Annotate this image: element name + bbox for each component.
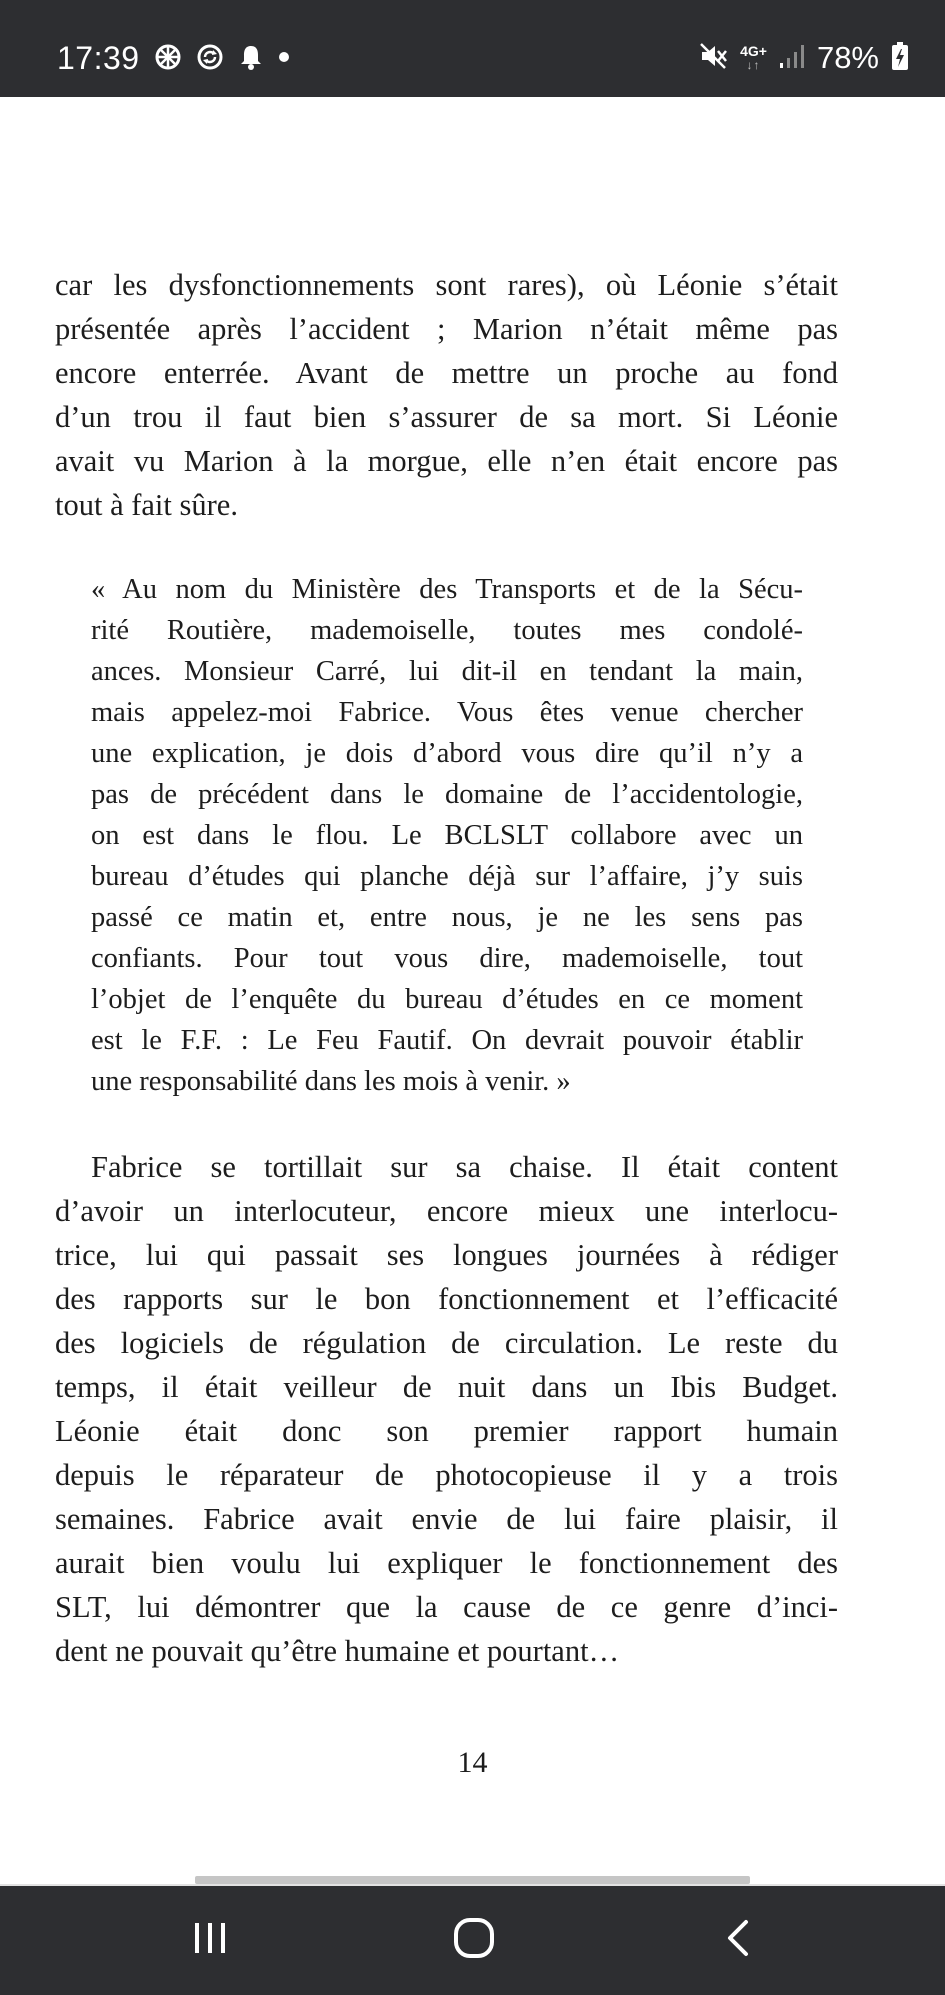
settings-wheel-icon — [154, 43, 182, 76]
quote-line: pas de précédent dans le domaine de l’ac… — [91, 779, 803, 810]
quote-line: ances. Monsieur Carré, lui dit-il en ten… — [91, 656, 803, 687]
text-line: des logiciels de régulation de circulati… — [55, 1326, 838, 1360]
paragraph-2: Fabrice se tortillait sur sa chaise. Il … — [55, 1145, 838, 1673]
text-line: trice, lui qui passait ses longues journ… — [55, 1238, 838, 1272]
quote-line: l’objet de l’enquête du bureau d’études … — [91, 984, 803, 1015]
dot-icon — [278, 50, 290, 68]
scroll-indicator[interactable] — [195, 1876, 750, 1884]
text-line: d’un trou il faut bien s’assurer de sa m… — [55, 400, 838, 434]
text-line: semaines. Fabrice avait envie de lui fai… — [55, 1502, 838, 1536]
home-button[interactable] — [404, 1886, 544, 1995]
quote-line: une responsabilité dans les mois à venir… — [91, 1066, 571, 1097]
navigation-bar — [0, 1886, 945, 1995]
text-line: d’avoir un interlocuteur, encore mieux u… — [55, 1194, 838, 1228]
text-line: dent ne pouvait qu’être humaine et pourt… — [55, 1634, 620, 1668]
text-line: avait vu Marion à la morgue, elle n’en é… — [55, 444, 838, 478]
quote-line: confiants. Pour tout vous dire, mademois… — [91, 943, 803, 974]
recent-apps-icon — [190, 1918, 230, 1963]
quote-line: une explication, je dois d’abord vous di… — [91, 738, 803, 769]
quote-line: on est dans le flou. Le BCLSLT collabore… — [91, 820, 803, 851]
battery-charging-icon — [891, 41, 909, 76]
text-line: depuis le réparateur de photocopieuse il… — [55, 1458, 838, 1492]
status-bar: 17:39 4G+ ↓↑ 78% — [0, 0, 945, 97]
network-4g-icon: 4G+ ↓↑ — [740, 44, 767, 72]
paragraph-1: car les dysfonctionnements sont rares), … — [55, 263, 838, 527]
quote-line: bureau d’études qui planche déjà sur l’a… — [91, 861, 803, 892]
quote-line: « Au nom du Ministère des Transports et … — [91, 574, 803, 605]
status-icons-left — [154, 42, 290, 76]
text-line: car les dysfonctionnements sont rares), … — [55, 268, 838, 302]
quote-line: mais appelez-moi Fabrice. Vous êtes venu… — [91, 697, 803, 728]
network-label: 4G+ — [740, 43, 767, 59]
sync-icon — [196, 43, 224, 76]
recent-apps-button[interactable] — [140, 1886, 280, 1995]
signal-icon — [779, 43, 805, 74]
status-time: 17:39 — [57, 40, 140, 76]
text-line: temps, il était veilleur de nuit dans un… — [55, 1370, 838, 1404]
page-number: 14 — [457, 1746, 488, 1779]
text-line: Fabrice se tortillait sur sa chaise. Il … — [91, 1150, 838, 1184]
reader-page[interactable]: car les dysfonctionnements sont rares), … — [0, 97, 945, 1885]
back-icon — [718, 1918, 758, 1963]
quote-line: est le F.F. : Le Feu Fautif. On devrait … — [91, 1025, 803, 1056]
quote-line: passé ce matin et, entre nous, je ne les… — [91, 902, 803, 933]
home-icon — [452, 1916, 496, 1965]
battery-percentage: 78% — [816, 40, 879, 75]
quote-line: rité Routière, mademoiselle, toutes mes … — [91, 615, 803, 646]
back-button[interactable] — [668, 1886, 808, 1995]
text-line: SLT, lui démontrer que la cause de ce ge… — [55, 1590, 838, 1624]
text-line: Léonie était donc son premier rapport hu… — [55, 1414, 838, 1448]
mute-icon — [698, 41, 728, 76]
text-line: encore enterrée. Avant de mettre un proc… — [55, 356, 838, 390]
notification-bell-icon — [238, 43, 264, 76]
text-line: des rapports sur le bon fonctionnement e… — [55, 1282, 838, 1316]
quote-block: « Au nom du Ministère des Transports et … — [91, 569, 803, 1102]
network-arrows: ↓↑ — [746, 58, 761, 72]
status-icons-right: 4G+ ↓↑ 78% — [698, 40, 909, 76]
text-line: aurait bien voulu lui expliquer le fonct… — [55, 1546, 838, 1580]
text-line: tout à fait sûre. — [55, 488, 238, 522]
text-line: présentée après l’accident ; Marion n’ét… — [55, 312, 838, 346]
